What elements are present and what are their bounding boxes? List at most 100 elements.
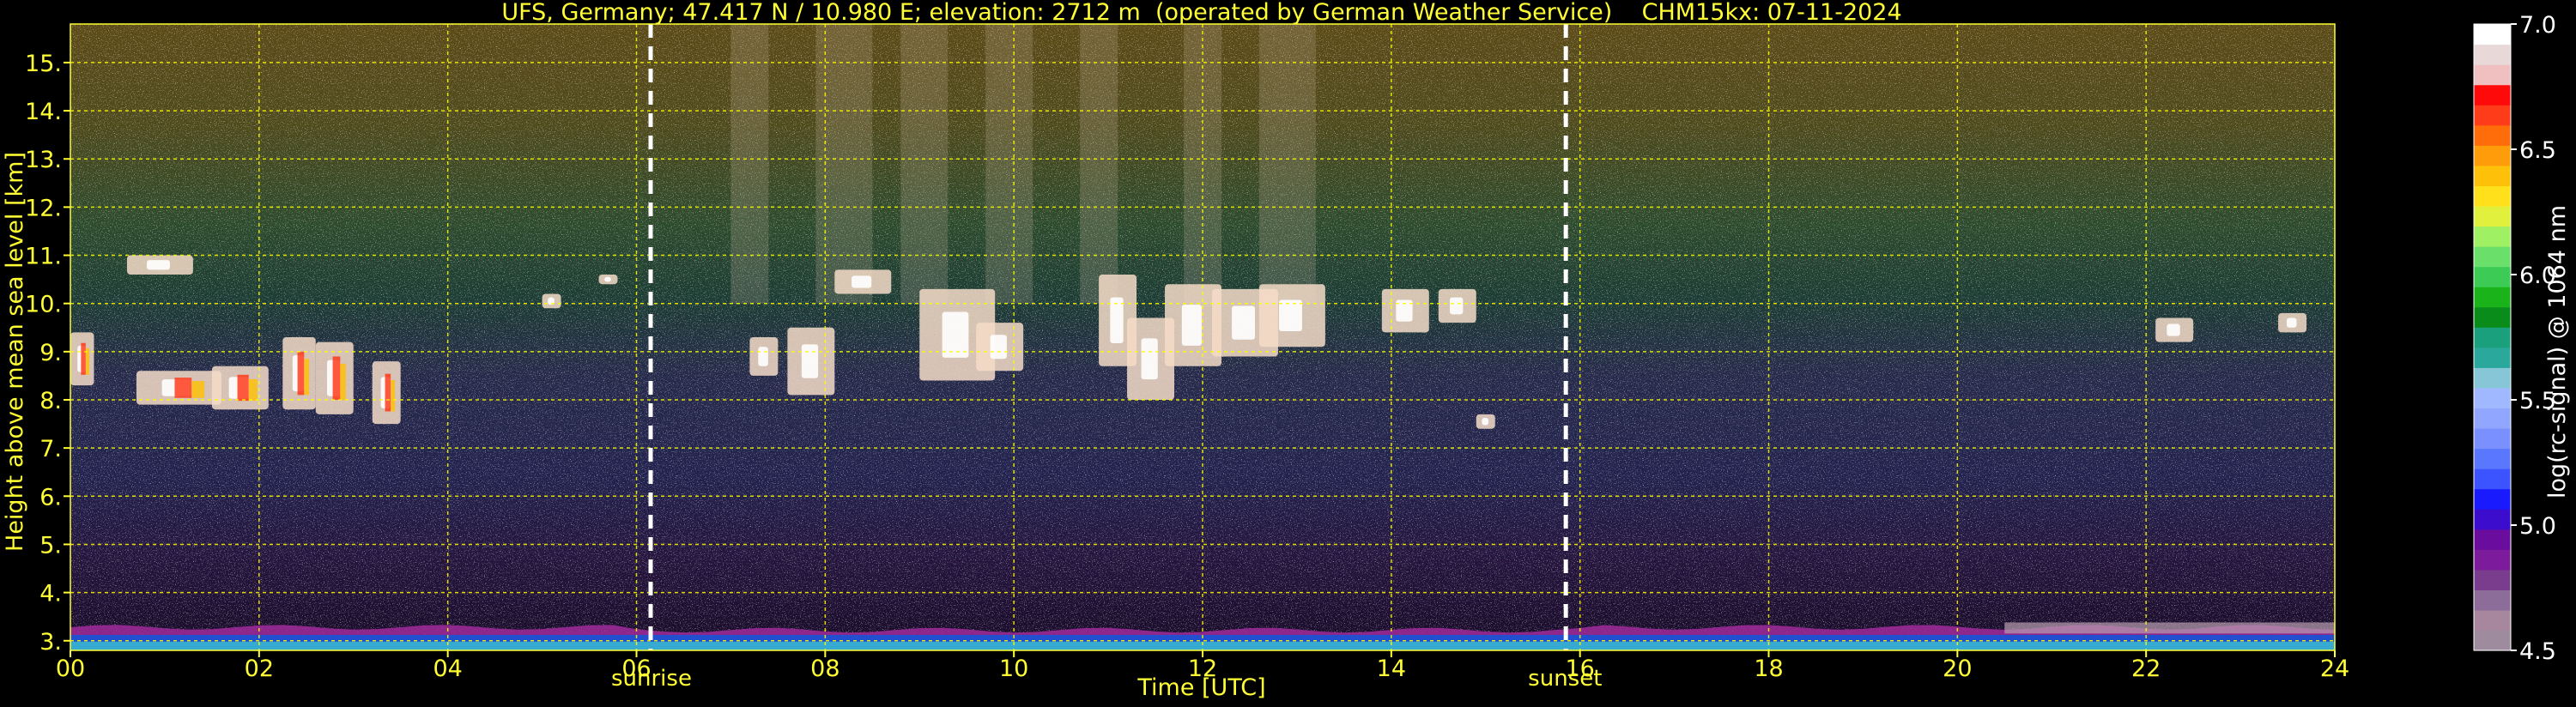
cloud-core-9 <box>758 347 768 366</box>
colorbar-step-4 <box>2474 549 2511 571</box>
x-tick-label-4: 08 <box>810 656 839 682</box>
colorbar-step-29 <box>2474 44 2511 65</box>
y-tick-label-3: 6. <box>39 484 62 511</box>
colorbar-step-8 <box>2474 468 2511 490</box>
colorbar-step-16 <box>2474 306 2511 328</box>
daytime-streak-0 <box>730 24 769 304</box>
cloud-core-18 <box>1279 299 1302 331</box>
cloud-18 <box>1258 284 1325 347</box>
cloud-4 <box>282 337 316 410</box>
sunrise-label: sunrise <box>610 666 692 692</box>
cloud-red-core-2 <box>174 378 192 398</box>
x-tick-label-12: 24 <box>2320 656 2349 682</box>
cloud-core-12 <box>942 311 969 358</box>
colorbar-step-3 <box>2474 569 2511 590</box>
colorbar-step-25 <box>2474 124 2511 146</box>
colorbar-step-18 <box>2474 266 2511 287</box>
cloud-red-core-6 <box>385 373 391 412</box>
colorbar-step-10 <box>2474 427 2511 450</box>
cloud-yellow-core-3 <box>248 378 258 402</box>
daytime-streak-4 <box>1080 24 1118 304</box>
cloud-21 <box>1476 414 1495 429</box>
y-axis-label: Height above mean sea level [km] <box>2 152 28 552</box>
colorbar-label: log(rc-signal) @ 1064 nm <box>2544 204 2571 499</box>
cloud-core-20 <box>1449 297 1464 315</box>
colorbar-step-21 <box>2474 205 2511 227</box>
cloud-yellow-core-2 <box>191 381 205 398</box>
colorbar-tick-label-5: 4.5 <box>2519 638 2556 665</box>
cloud-core-11 <box>852 275 872 288</box>
colorbar-step-17 <box>2474 287 2511 308</box>
cloud-red-core-0 <box>81 342 86 375</box>
y-tick-label-12: 15. <box>25 51 62 77</box>
cloud-red-core-5 <box>332 356 341 400</box>
colorbar-step-30 <box>2474 24 2511 45</box>
cloud-0 <box>70 332 94 386</box>
colorbar-step-23 <box>2474 165 2511 186</box>
colorbar-step-11 <box>2474 408 2511 429</box>
ceilometer-chart: 3.4.5.6.7.8.9.10.11.12.13.14.15.00 02 04 06… <box>25 12 2556 682</box>
x-tick-label-1: 02 <box>245 656 274 682</box>
colorbar-step-7 <box>2474 488 2511 510</box>
cloud-19 <box>1381 288 1429 333</box>
colorbar-step-6 <box>2474 509 2511 530</box>
colorbar-step-27 <box>2474 84 2511 106</box>
colorbar-step-9 <box>2474 448 2511 469</box>
cloud-7 <box>542 293 561 309</box>
cloud-red-core-3 <box>237 374 249 402</box>
plot-area <box>70 24 2335 650</box>
cloud-6 <box>372 361 401 425</box>
x-tick-label-11: 22 <box>2131 656 2161 682</box>
colorbar-tick-label-0: 7.0 <box>2519 12 2556 39</box>
cloud-core-17 <box>1232 305 1256 340</box>
colorbar-step-26 <box>2474 105 2511 126</box>
colorbar-step-19 <box>2474 246 2511 268</box>
y-tick-label-4: 7. <box>39 436 62 462</box>
cloud-core-23 <box>2286 317 2297 328</box>
cloud-23 <box>2278 312 2307 333</box>
cloud-22 <box>2155 317 2194 342</box>
daytime-streak-1 <box>815 24 873 304</box>
x-axis-label: Time [UTC] <box>1137 674 1266 701</box>
colorbar-step-5 <box>2474 529 2511 550</box>
ground-layer-haze <box>2004 622 2335 634</box>
daytime-streak-6 <box>1258 24 1316 304</box>
colorbar-step-14 <box>2474 347 2511 368</box>
colorbar-step-20 <box>2474 226 2511 247</box>
colorbar-step-2 <box>2474 589 2511 611</box>
cloud-core-10 <box>801 344 819 378</box>
x-tick-label-2: 04 <box>433 656 462 682</box>
colorbar-step-12 <box>2474 387 2511 409</box>
cloud-core-15 <box>1141 338 1158 380</box>
colorbar-step-15 <box>2474 327 2511 348</box>
y-tick-label-6: 9. <box>39 340 62 366</box>
x-tick-label-0: 00 <box>56 656 85 682</box>
x-tick-label-7: 14 <box>1377 656 1406 682</box>
x-tick-label-9: 18 <box>1754 656 1783 682</box>
daytime-streak-3 <box>985 24 1033 304</box>
chart-title: UFS, Germany; 47.417 N / 10.980 E; eleva… <box>501 0 1902 26</box>
cloud-core-21 <box>1482 418 1489 426</box>
x-tick-label-10: 20 <box>1943 656 1972 682</box>
colorbar-step-24 <box>2474 145 2511 166</box>
sunset-label: sunset <box>1528 666 1603 692</box>
cloud-yellow-core-5 <box>340 363 346 400</box>
cloud-8 <box>598 275 618 285</box>
cloud-core-22 <box>2167 323 2180 336</box>
cloud-11 <box>834 269 892 294</box>
x-tick-label-5: 10 <box>999 656 1028 682</box>
colorbar-step-13 <box>2474 367 2511 389</box>
cloud-core-8 <box>604 276 611 282</box>
cloud-20 <box>1438 288 1476 323</box>
y-tick-label-1: 4. <box>39 581 62 607</box>
daytime-streak-2 <box>900 24 949 304</box>
cloud-3 <box>211 366 269 410</box>
cloud-yellow-core-6 <box>391 379 396 412</box>
cloud-13 <box>976 323 1024 372</box>
colorbar-step-0 <box>2474 630 2511 651</box>
cloud-core-16 <box>1181 305 1202 346</box>
y-tick-label-5: 8. <box>39 388 62 414</box>
cloud-red-core-4 <box>297 351 305 396</box>
y-tick-label-11: 14. <box>25 99 62 125</box>
colorbar-step-1 <box>2474 609 2511 631</box>
